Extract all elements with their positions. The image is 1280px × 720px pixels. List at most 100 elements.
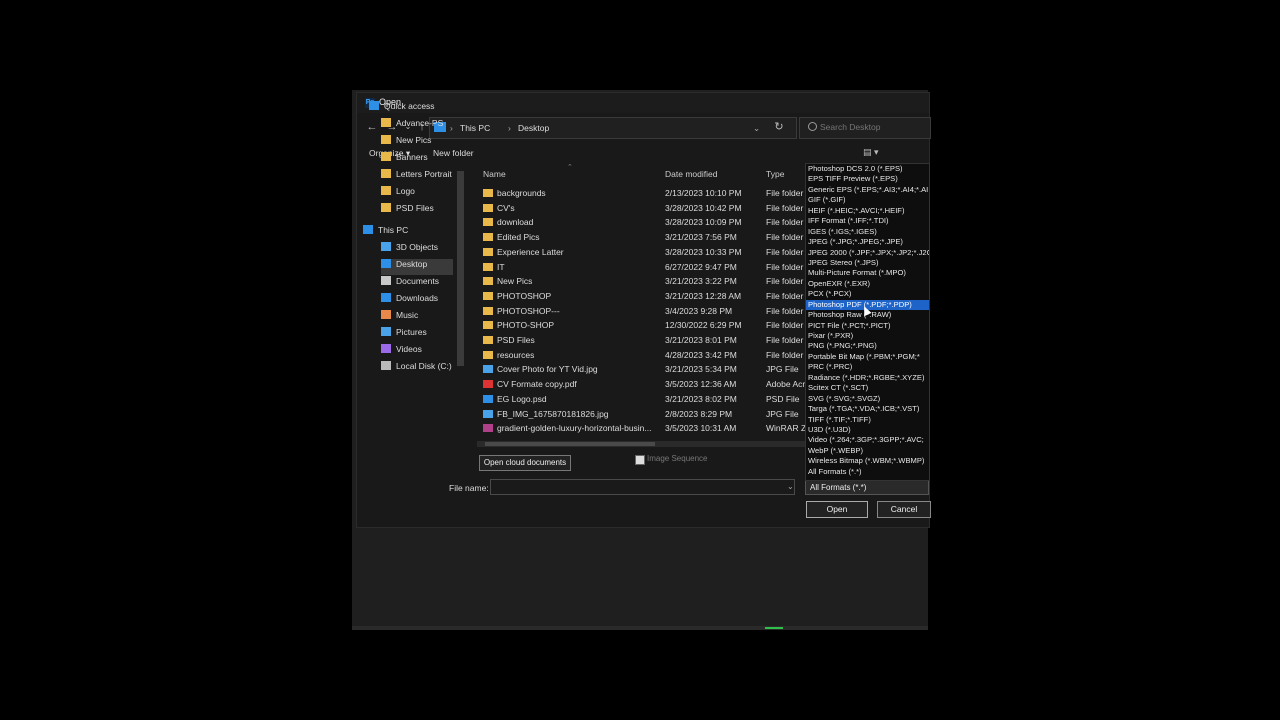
file-row[interactable]: FB_IMG_1675870181826.jpg 2/8/2023 8:29 PM… [481,408,811,422]
file-row[interactable]: New Pics 3/21/2023 3:22 PM File folder [481,275,811,289]
scrollbar-thumb[interactable] [485,442,655,446]
format-option[interactable]: TIFF (*.TIF;*.TIFF) [806,415,929,425]
file-row[interactable]: backgrounds 2/13/2023 10:10 PM File folder [481,187,811,201]
sidebar-item[interactable]: Downloads [381,293,453,309]
format-option[interactable]: OpenEXR (*.EXR) [806,279,929,289]
format-option[interactable]: Scitex CT (*.SCT) [806,383,929,393]
sidebar-item[interactable]: Advance-PS [381,118,453,134]
address-dropdown-icon[interactable]: ⌄ [753,123,760,134]
sidebar-item[interactable]: Banners [381,152,453,168]
horizontal-scrollbar[interactable] [477,441,807,447]
sidebar-item[interactable]: PSD Files [381,203,453,219]
format-option[interactable]: IGES (*.IGS;*.IGES) [806,227,929,237]
sidebar-item[interactable]: Pictures [381,327,453,343]
sidebar-item[interactable]: Logo [381,186,453,202]
sort-up-icon: ⌃ [567,164,573,171]
file-row[interactable]: download 3/28/2023 10:09 PM File folder [481,216,811,230]
sidebar-item[interactable]: Desktop [381,259,453,275]
file-row[interactable]: EG Logo.psd 3/21/2023 8:02 PM PSD File [481,393,811,407]
file-name: resources [497,349,535,360]
format-option[interactable]: JPEG Stereo (*.JPS) [806,258,929,268]
format-option[interactable]: All Formats (*.*) [806,467,929,477]
file-row[interactable]: CV Formate copy.pdf 3/5/2023 12:36 AM Adob… [481,378,811,392]
format-option[interactable]: Radiance (*.HDR;*.RGBE;*.XYZE) [806,373,929,383]
file-name: IT [497,261,505,272]
file-row[interactable]: Experience Latter 3/28/2023 10:33 PM File … [481,246,811,260]
format-option[interactable]: Multi-Picture Format (*.MPO) [806,268,929,278]
sidebar-item[interactable]: This PC [363,225,453,241]
column-header-type[interactable]: Type [766,169,784,179]
sidebar-item[interactable]: Documents [381,276,453,292]
file-row[interactable]: Edited Pics 3/21/2023 7:56 PM File folder [481,231,811,245]
format-option[interactable]: PRC (*.PRC) [806,362,929,372]
format-option[interactable]: PNG (*.PNG;*.PNG) [806,341,929,351]
file-row[interactable]: PSD Files 3/21/2023 8:01 PM File folder [481,334,811,348]
file-row[interactable]: PHOTOSHOP--- 3/4/2023 9:28 PM File folder [481,305,811,319]
format-option[interactable]: Targa (*.TGA;*.VDA;*.ICB;*.VST) [806,404,929,414]
file-type: File folder [766,335,804,345]
format-option[interactable]: Pixar (*.PXR) [806,331,929,341]
image-sequence-label: Image Sequence [647,454,708,463]
file-name: CV Formate copy.pdf [497,379,577,390]
format-option[interactable]: Generic EPS (*.EPS;*.AI3;*.AI4;*.AI [806,185,929,195]
file-date: 3/5/2023 12:36 AM [665,379,737,390]
file-row[interactable]: resources 4/28/2023 3:42 PM File folder [481,349,811,363]
column-header-name[interactable]: Name [483,169,506,179]
file-name: FB_IMG_1675870181826.jpg [497,408,609,419]
file-date: 3/28/2023 10:42 PM [665,202,742,213]
file-name-input[interactable] [490,479,795,495]
cancel-button[interactable]: Cancel [877,501,931,518]
image-sequence-checkbox[interactable] [635,455,645,465]
file-name-dropdown-icon[interactable]: ⌄ [787,482,794,491]
breadcrumb-this-pc[interactable]: This PC [460,123,490,133]
screen: Ps Open ← → ⌄ ↑ › This PC › Desktop ⌄ ↻ … [0,0,1280,720]
format-option[interactable]: JPEG (*.JPG;*.JPEG;*.JPE) [806,237,929,247]
view-options-icon[interactable]: ▤ ▾ [863,147,879,158]
folder-icon [483,233,493,242]
file-row[interactable]: Cover Photo for YT Vid.jpg 3/21/2023 5:34… [481,363,811,377]
sidebar-item[interactable]: Local Disk (C:) [381,361,453,377]
navigation-scrollbar[interactable] [457,171,464,366]
format-option[interactable]: Photoshop DCS 2.0 (*.EPS) [806,164,929,174]
file-row[interactable]: CV's 3/28/2023 10:42 PM File folder [481,202,811,216]
file-type: File folder [766,276,804,287]
file-row[interactable]: PHOTOSHOP 3/21/2023 12:28 AM File folder [481,290,811,304]
file-row[interactable]: PHOTO-SHOP 12/30/2022 6:29 PM File folder [481,319,811,333]
sidebar-item[interactable]: Letters Portrait [381,169,453,185]
open-button[interactable]: Open [806,501,868,518]
format-option[interactable]: HEIF (*.HEIC;*.AVCI;*.HEIF) [806,206,929,216]
format-option[interactable]: PICT File (*.PCT;*.PICT) [806,321,929,331]
format-dropdown-list[interactable]: Photoshop DCS 2.0 (*.EPS) EPS TIFF Previe… [805,163,930,481]
address-bar[interactable]: › This PC › Desktop ⌄ [429,117,797,139]
format-option[interactable]: JPEG 2000 (*.JPF;*.JPX;*.JP2;*.J2C [806,248,929,258]
sidebar-item[interactable]: New Pics [381,135,453,151]
format-option[interactable]: Portable Bit Map (*.PBM;*.PGM;* [806,352,929,362]
psd-icon [483,394,493,403]
refresh-icon[interactable]: ↻ [769,117,789,137]
file-format-select[interactable]: All Formats (*.*) [805,479,929,495]
format-option[interactable]: EPS TIFF Preview (*.EPS) [806,174,929,184]
column-header-date[interactable]: Date modified [665,169,717,179]
file-row[interactable]: gradient-golden-luxury-horizontal-busin.… [481,422,811,436]
format-option[interactable]: Wireless Bitmap (*.WBM;*.WBMP) [806,456,929,466]
format-option[interactable]: Video (*.264;*.3GP;*.3GPP;*.AVC; [806,435,929,445]
search-input[interactable] [820,119,920,135]
format-option[interactable]: U3D (*.U3D) [806,425,929,435]
format-option[interactable]: WebP (*.WEBP) [806,446,929,456]
file-name: gradient-golden-luxury-horizontal-busin.… [497,423,652,434]
file-date: 3/28/2023 10:09 PM [665,217,742,228]
breadcrumb-desktop[interactable]: Desktop [518,123,549,133]
search-box[interactable] [799,117,931,139]
format-option[interactable]: IFF Format (*.IFF;*.TDI) [806,216,929,226]
format-option[interactable]: SVG (*.SVG;*.SVGZ) [806,394,929,404]
back-arrow-icon[interactable]: ← [365,119,379,135]
file-row[interactable]: IT 6/27/2022 9:47 PM File folder [481,261,811,275]
file-date: 3/21/2023 3:22 PM [665,276,737,287]
sidebar-item[interactable]: 3D Objects [381,242,453,258]
sidebar-item[interactable]: Quick access [369,101,453,117]
format-option[interactable]: PCX (*.PCX) [806,289,929,299]
open-cloud-documents-button[interactable]: Open cloud documents [479,455,571,471]
sidebar-item[interactable]: Videos [381,344,453,360]
sidebar-item[interactable]: Music [381,310,453,326]
format-option[interactable]: GIF (*.GIF) [806,195,929,205]
